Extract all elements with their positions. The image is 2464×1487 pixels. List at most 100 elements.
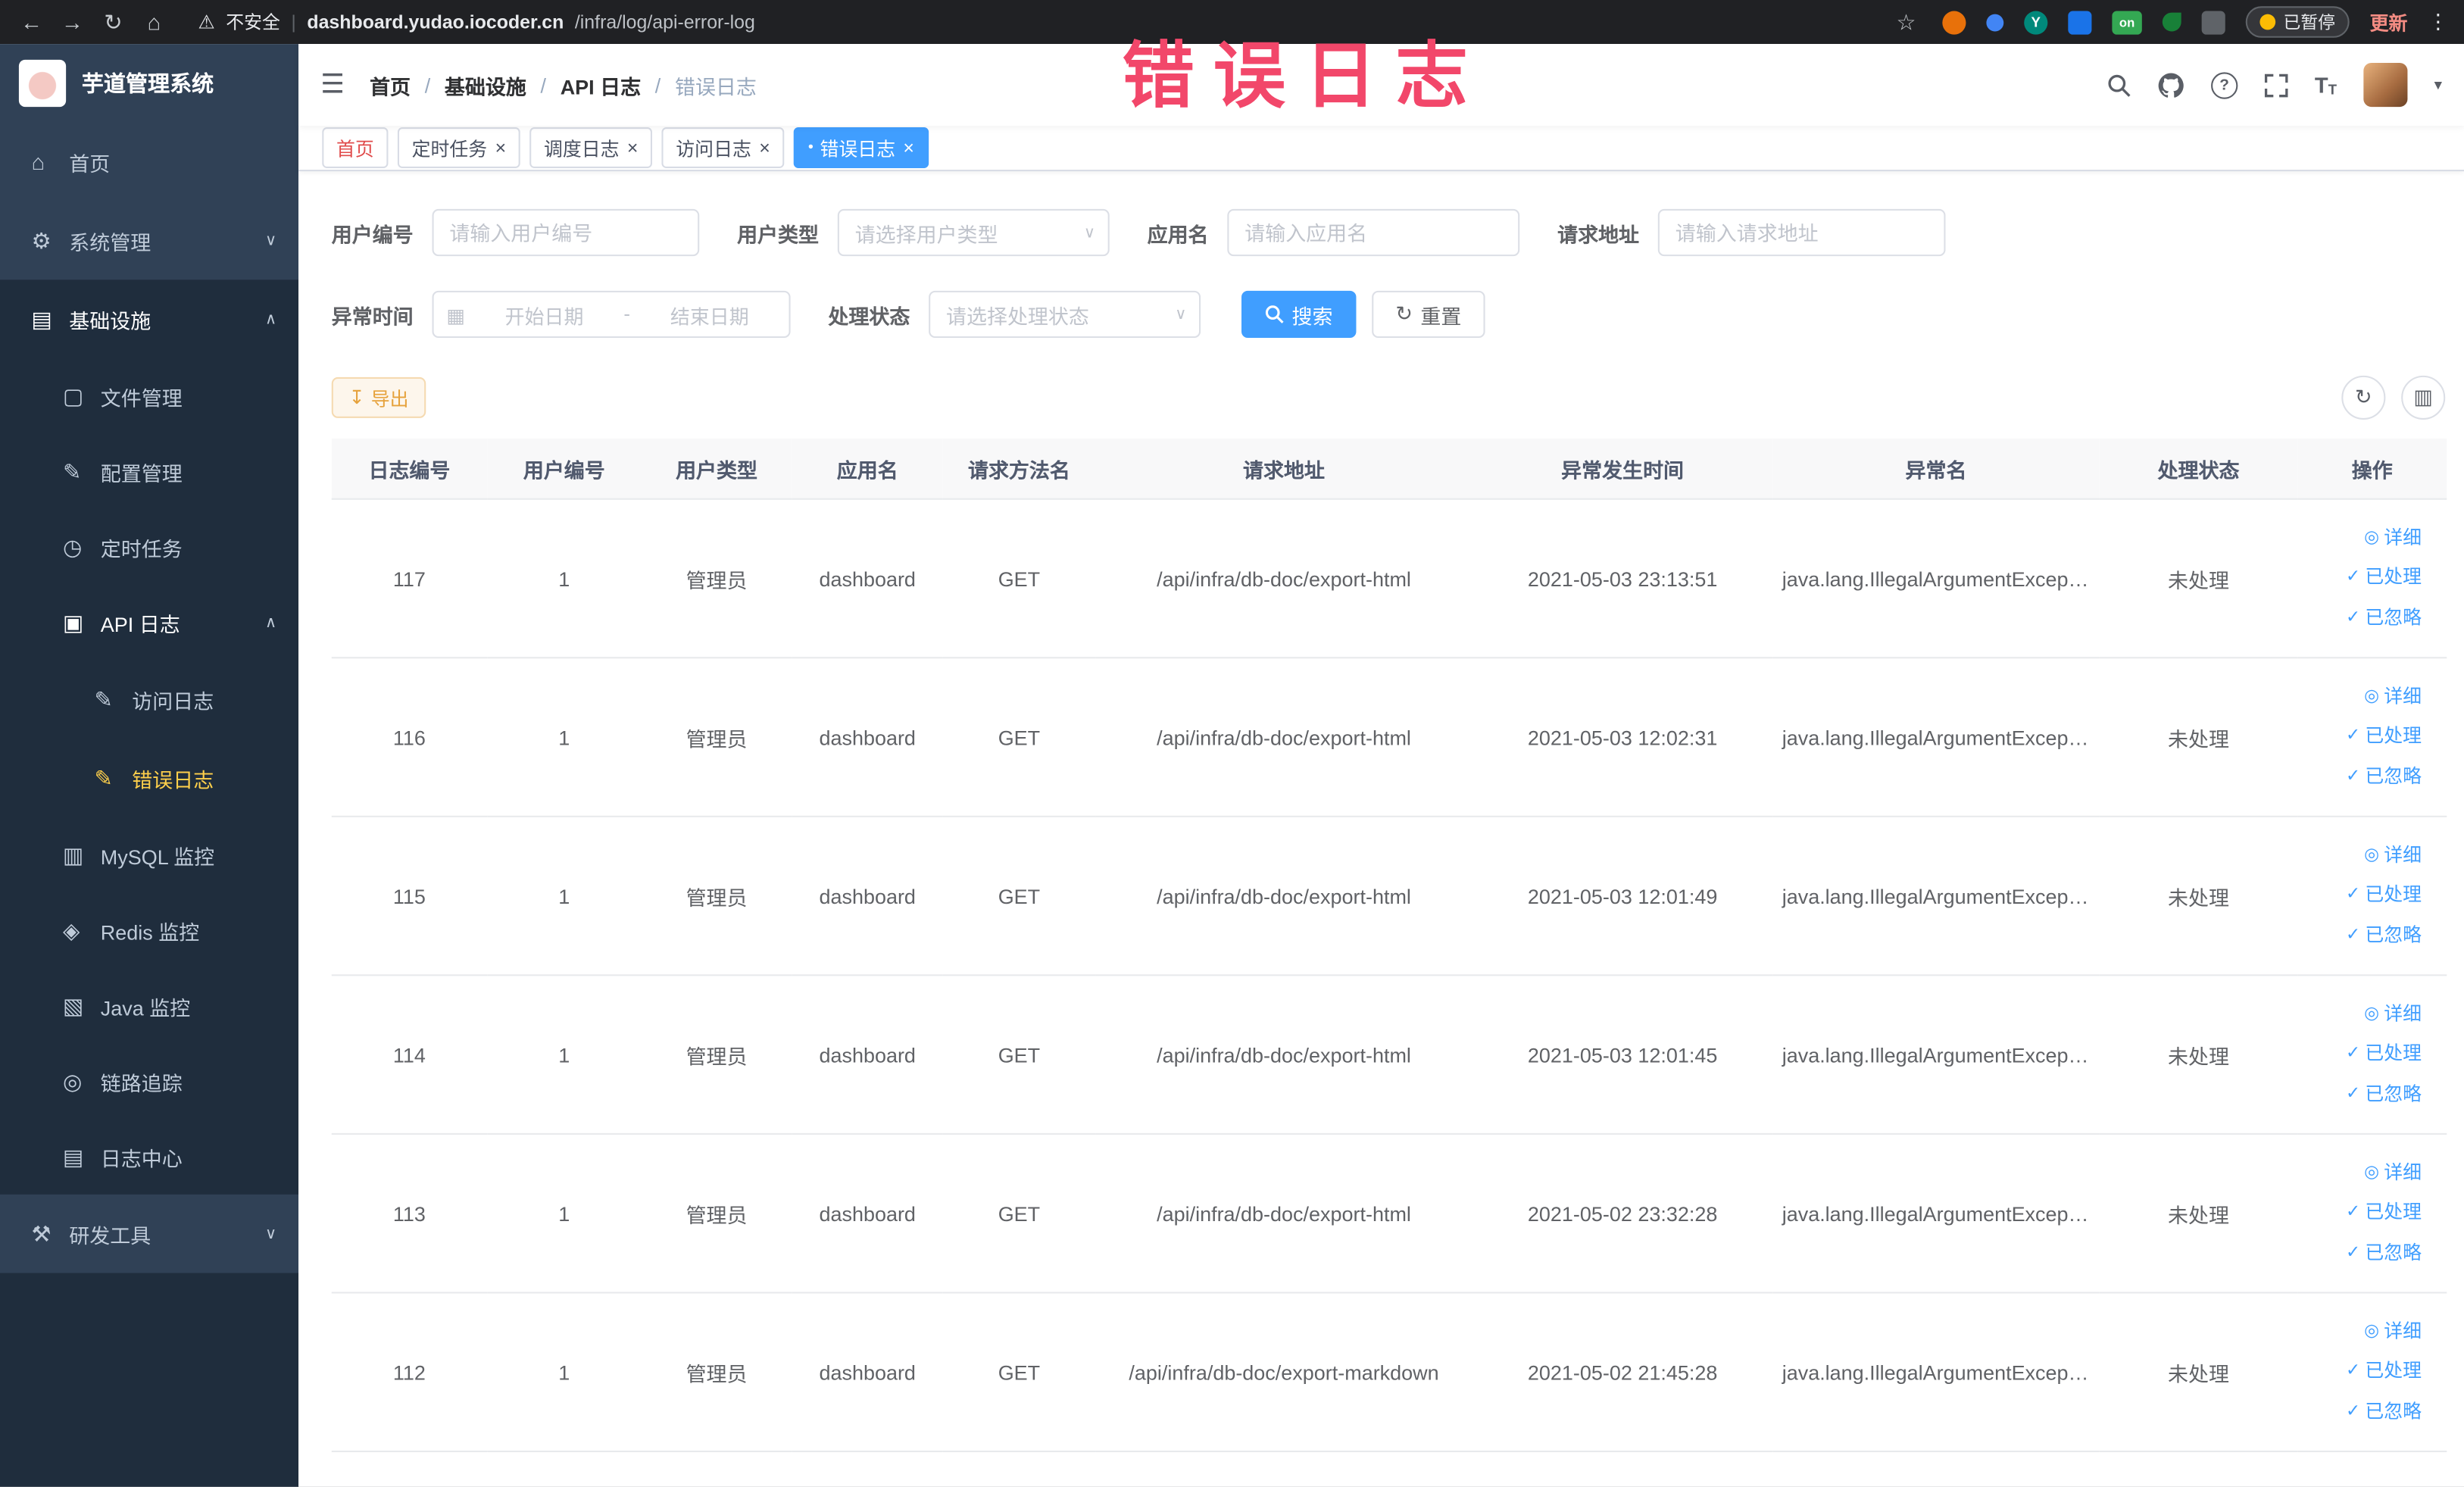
reload-icon[interactable]: ↻ — [98, 8, 129, 35]
cell-status: 未处理 — [2099, 498, 2298, 659]
update-button[interactable]: 更新 — [2370, 8, 2408, 35]
cell-exception-time: 2021-05-03 23:13:51 — [1472, 498, 1773, 659]
sidebar-item-error-log[interactable]: ✎ 错误日志 — [0, 739, 298, 817]
user-type-select[interactable]: 请选择用户类型 ∨ — [837, 208, 1110, 257]
mark-processed-label: 已处理 — [2365, 725, 2422, 748]
cell-status: 未处理 — [2099, 975, 2298, 1135]
mark-ignored-label: 已忽略 — [2365, 1241, 2422, 1264]
help-icon[interactable]: ? — [2210, 71, 2238, 98]
user-id-input[interactable] — [432, 208, 700, 257]
sidebar-item-access-log[interactable]: ✎ 访问日志 — [0, 660, 298, 739]
reset-button[interactable]: ↻ 重置 — [1372, 290, 1485, 339]
sidebar-item-tracing[interactable]: ◎ 链路追踪 — [0, 1044, 298, 1120]
request-url-input[interactable] — [1657, 208, 1946, 257]
mark-processed-link[interactable]: ✓ 已处理 — [2307, 1194, 2422, 1233]
url-path[interactable]: /infra/log/api-error-log — [575, 11, 755, 33]
detail-link[interactable]: ◎ 详细 — [2307, 678, 2422, 717]
search-button[interactable]: 搜索 — [1241, 290, 1357, 339]
tab-scheduled-jobs[interactable]: 定时任务 × — [397, 127, 520, 168]
avatar[interactable] — [2363, 62, 2408, 108]
mark-processed-label: 已处理 — [2365, 1360, 2422, 1382]
extension-icon-2[interactable] — [1986, 13, 2004, 31]
back-icon[interactable]: ← — [16, 9, 47, 34]
mark-processed-link[interactable]: ✓ 已处理 — [2307, 876, 2422, 915]
check-icon: ✓ — [2346, 726, 2361, 746]
mark-ignored-link[interactable]: ✓ 已忽略 — [2307, 757, 2422, 796]
app-name-input[interactable] — [1227, 208, 1520, 257]
search-icon[interactable] — [2107, 73, 2131, 96]
mark-ignored-link[interactable]: ✓ 已忽略 — [2307, 598, 2422, 638]
process-status-select[interactable]: 请选择处理状态 ∨ — [929, 290, 1201, 339]
avatar-caret-down-icon[interactable]: ▾ — [2434, 77, 2442, 94]
mark-processed-link[interactable]: ✓ 已处理 — [2307, 1352, 2422, 1392]
tab-dispatch-log[interactable]: 调度日志 × — [529, 127, 653, 168]
address-bar[interactable]: ⚠ 不安全 | dashboard.yudao.iocoder.cn/infra… — [198, 9, 1881, 34]
tab-label: 访问日志 — [676, 137, 751, 160]
sidebar-item-log-center[interactable]: ▤ 日志中心 — [0, 1119, 298, 1195]
tab-error-log[interactable]: ● 错误日志 × — [793, 127, 929, 168]
sidebar-item-label: 配置管理 — [100, 461, 183, 486]
exception-time-range-picker[interactable]: ▦ 开始日期 - 结束日期 — [432, 290, 791, 339]
mark-processed-label: 已处理 — [2365, 1042, 2422, 1065]
mark-ignored-link[interactable]: ✓ 已忽略 — [2307, 1392, 2422, 1431]
detail-link[interactable]: ◎ 详细 — [2307, 1313, 2422, 1352]
extension-icon-3[interactable]: Y — [2024, 10, 2048, 34]
mark-ignored-link[interactable]: ✓ 已忽略 — [2307, 916, 2422, 955]
cell-method: GET — [942, 498, 1096, 659]
app-name-label: 应用名 — [1147, 222, 1209, 246]
mark-ignored-link[interactable]: ✓ 已忽略 — [2307, 1233, 2422, 1273]
cell-app-name: dashboard — [792, 658, 943, 817]
close-icon[interactable]: × — [495, 136, 507, 158]
column-settings-icon[interactable]: ▥ — [2401, 375, 2446, 420]
cell-exception-name: java.lang.IllegalArgumentException — [1772, 658, 2100, 817]
fullscreen-icon[interactable] — [2264, 73, 2288, 97]
mark-processed-link[interactable]: ✓ 已处理 — [2307, 1035, 2422, 1074]
mark-processed-link[interactable]: ✓ 已处理 — [2307, 558, 2422, 598]
security-warning-label[interactable]: 不安全 — [226, 9, 280, 34]
mark-processed-link[interactable]: ✓ 已处理 — [2307, 717, 2422, 757]
font-size-icon[interactable]: TT — [2315, 72, 2337, 97]
sidebar-item-config-manage[interactable]: ✎ 配置管理 — [0, 434, 298, 510]
sidebar-item-api-log[interactable]: ▣ API 日志 ∧ — [0, 585, 298, 661]
extension-on-badge-icon[interactable]: on — [2112, 10, 2142, 34]
export-button[interactable]: ↧ 导出 — [331, 376, 426, 418]
detail-link[interactable]: ◎ 详细 — [2307, 519, 2422, 558]
sidebar-item-mysql-monitor[interactable]: ▥ MySQL 监控 — [0, 817, 298, 893]
sidebar-item-redis-monitor[interactable]: ◈ Redis 监控 — [0, 892, 298, 968]
github-icon[interactable] — [2157, 71, 2184, 98]
forward-icon[interactable]: → — [57, 9, 88, 34]
tab-access-log[interactable]: 访问日志 × — [661, 127, 785, 168]
cell-user-type: 管理员 — [641, 498, 792, 659]
breadcrumb-api-log[interactable]: API 日志 — [561, 70, 641, 99]
close-icon[interactable]: × — [903, 136, 914, 158]
detail-link[interactable]: ◎ 详细 — [2307, 995, 2422, 1035]
detail-link[interactable]: ◎ 详细 — [2307, 1154, 2422, 1193]
extension-icon-5[interactable] — [2162, 12, 2181, 32]
url-host[interactable]: dashboard.yudao.iocoder.cn — [307, 11, 564, 33]
extension-icon-1[interactable] — [1942, 10, 1966, 34]
close-icon[interactable]: × — [759, 136, 770, 158]
extension-icon-6[interactable] — [2201, 10, 2225, 34]
sidebar-item-scheduled-jobs[interactable]: ◷ 定时任务 — [0, 509, 298, 585]
sidebar-item-dev-tools[interactable]: ⚒ 研发工具 ∨ — [0, 1195, 298, 1273]
bookmark-star-icon[interactable]: ☆ — [1891, 8, 1922, 35]
browser-menu-icon[interactable]: ⋮ — [2428, 9, 2448, 34]
home-icon[interactable]: ⌂ — [139, 9, 170, 34]
detail-link[interactable]: ◎ 详细 — [2307, 836, 2422, 876]
tab-home[interactable]: 首页 — [322, 127, 389, 168]
sidebar-item-java-monitor[interactable]: ▧ Java 监控 — [0, 968, 298, 1044]
extension-icon-4[interactable] — [2068, 10, 2092, 34]
paused-badge[interactable]: 已暂停 — [2245, 6, 2350, 38]
breadcrumb-infra[interactable]: 基础设施 — [445, 70, 526, 99]
sidebar-item-home[interactable]: ⌂ 首页 — [0, 123, 298, 201]
hamburger-icon[interactable]: ☰ — [320, 69, 345, 100]
mark-ignored-link[interactable]: ✓ 已忽略 — [2307, 1074, 2422, 1114]
cell-user-id: 1 — [487, 1292, 642, 1453]
sidebar-item-infra[interactable]: ▤ 基础设施 ∧ — [0, 280, 298, 358]
breadcrumb-home[interactable]: 首页 — [370, 70, 411, 99]
close-icon[interactable]: × — [627, 136, 639, 158]
refresh-table-icon[interactable]: ↻ — [2341, 375, 2386, 420]
infra-icon: ▤ — [31, 305, 52, 331]
sidebar-item-file-manage[interactable]: ▢ 文件管理 — [0, 358, 298, 434]
sidebar-item-system[interactable]: ⚙ 系统管理 ∨ — [0, 201, 298, 280]
